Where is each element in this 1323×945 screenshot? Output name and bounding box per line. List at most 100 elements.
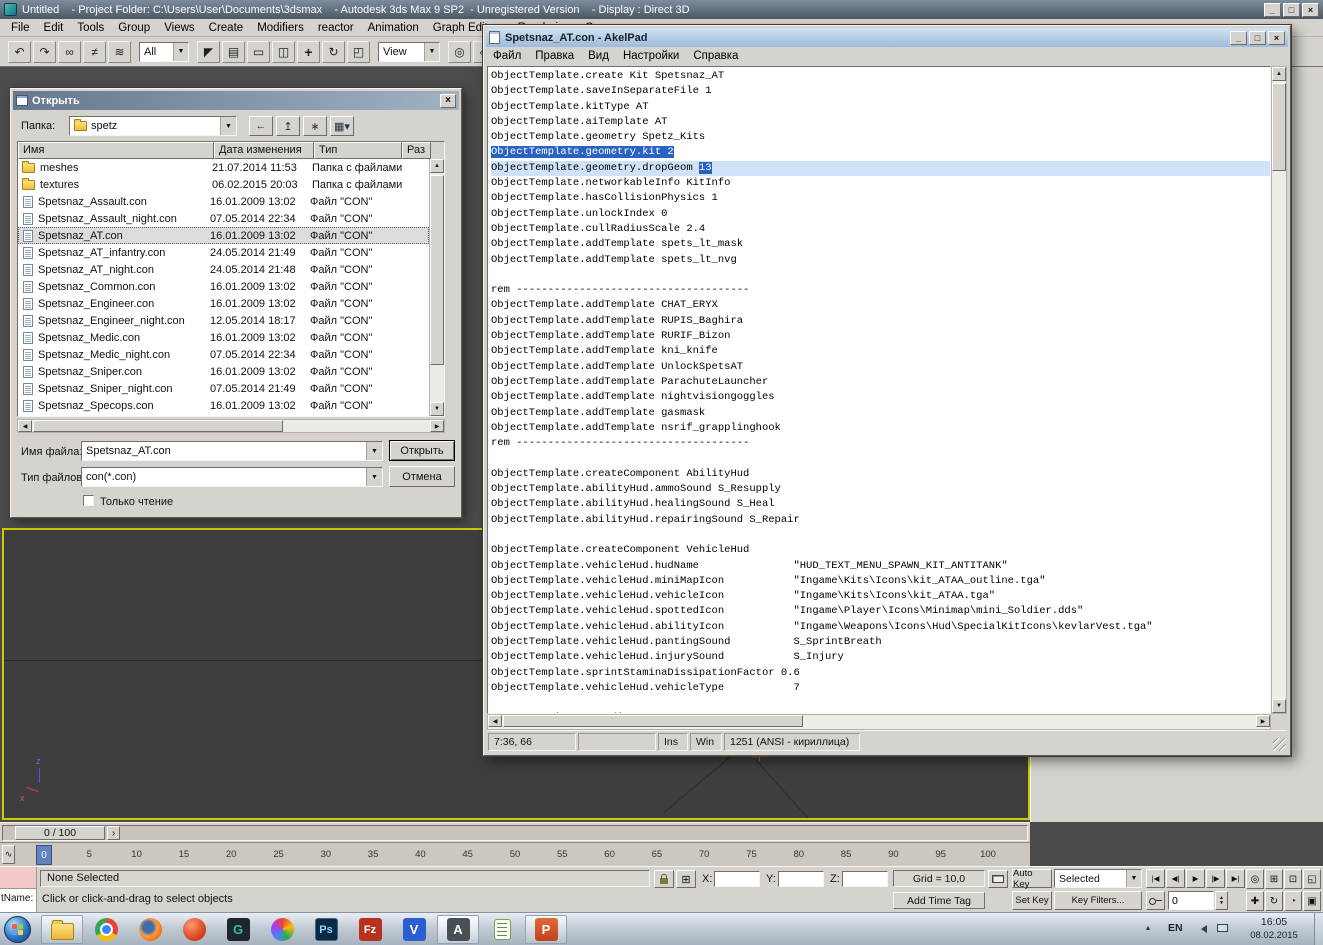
- taskbar-powerpoint[interactable]: P: [525, 915, 567, 944]
- select-and-link-button[interactable]: ∞: [58, 40, 81, 63]
- cancel-button[interactable]: Отмена: [389, 466, 455, 487]
- go-to-start-button[interactable]: |◀: [1146, 869, 1165, 888]
- file-row-meshes[interactable]: meshes 21.07.2014 11:53 Папка с файлами: [18, 159, 429, 176]
- absolute-offset-toggle[interactable]: [676, 870, 696, 888]
- maxscript-mini-listener[interactable]: tName: (bf: [0, 867, 37, 913]
- editor-horizontal-scrollbar[interactable]: ◀ ▶: [487, 714, 1271, 730]
- dialog-titlebar[interactable]: Открыть ×: [13, 91, 459, 110]
- file-row-spetsnaz-medic-night-con[interactable]: Spetsnaz_Medic_night.con 07.05.2014 22:34…: [18, 346, 429, 363]
- max-menu-create[interactable]: Create: [202, 21, 251, 35]
- akelpad-menu-настройки[interactable]: Настройки: [616, 49, 686, 63]
- orbit-view-button[interactable]: ↻: [1265, 891, 1283, 911]
- time-slider-step-button[interactable]: [107, 826, 120, 840]
- file-row-spetsnaz-sniper-night-con[interactable]: Spetsnaz_Sniper_night.con 07.05.2014 21:4…: [18, 380, 429, 397]
- max-menu-edit[interactable]: Edit: [37, 21, 71, 35]
- y-coordinate-input[interactable]: [778, 871, 824, 887]
- show-hidden-icons-button[interactable]: ▴: [1146, 923, 1150, 932]
- field-of-view-button[interactable]: ◔: [1284, 891, 1302, 911]
- maximize-viewport-toggle-button[interactable]: ▣: [1303, 891, 1321, 911]
- listener-line[interactable]: tName: (bf: [0, 889, 36, 912]
- time-slider-handle[interactable]: 0 / 100: [15, 826, 105, 840]
- column-header-тип[interactable]: Тип: [314, 142, 402, 159]
- key-mode-dropdown[interactable]: Selected ▼: [1054, 869, 1142, 888]
- volume-icon[interactable]: [1197, 925, 1207, 933]
- max-menu-views[interactable]: Views: [157, 21, 201, 35]
- add-time-tag[interactable]: Add Time Tag: [893, 892, 985, 909]
- selection-filter-dropdown[interactable]: All ▼: [139, 41, 189, 62]
- file-row-textures[interactable]: textures 06.02.2015 20:03 Папка с файлами: [18, 176, 429, 193]
- akelpad-menu-справка[interactable]: Справка: [686, 49, 745, 63]
- file-row-spetsnaz-assault-night-con[interactable]: Spetsnaz_Assault_night.con 07.05.2014 22:…: [18, 210, 429, 227]
- editor-vertical-scrollbar[interactable]: ▲ ▼: [1271, 66, 1287, 714]
- file-row-spetsnaz-at-night-con[interactable]: Spetsnaz_AT_night.con 24.05.2014 21:48 Фай…: [18, 261, 429, 278]
- file-row-spetsnaz-specops-con[interactable]: Spetsnaz_Specops.con 16.01.2009 13:02 Файл…: [18, 397, 429, 414]
- show-desktop-button[interactable]: [1314, 913, 1323, 945]
- selection-lock-toggle[interactable]: [654, 870, 674, 888]
- taskbar-browser-firefox[interactable]: [129, 915, 171, 944]
- key-mode-toggle[interactable]: [1146, 891, 1165, 910]
- go-to-end-button[interactable]: ▶|: [1226, 869, 1245, 888]
- max-menu-group[interactable]: Group: [111, 21, 157, 35]
- folder-dropdown[interactable]: spetz ▼: [69, 116, 237, 136]
- use-pivot-point-center-button[interactable]: ◎: [448, 40, 471, 63]
- akelpad-menu-правка[interactable]: Правка: [528, 49, 581, 63]
- column-header-дата-изменения[interactable]: Дата изменения: [214, 142, 314, 159]
- key-filters-button[interactable]: Key Filters...: [1054, 891, 1142, 910]
- chevron-down-icon[interactable]: ▼: [220, 117, 236, 135]
- select-and-uniform-scale-button[interactable]: ◰: [347, 40, 370, 63]
- hscrollbar-thumb[interactable]: [33, 420, 283, 432]
- maximize-button[interactable]: □: [1283, 2, 1300, 17]
- file-row-spetsnaz-medic-con[interactable]: Spetsnaz_Medic.con 16.01.2009 13:02 Файл "…: [18, 329, 429, 346]
- dialog-close-button[interactable]: ×: [440, 93, 456, 108]
- unlink-selection-button[interactable]: ≠: [83, 40, 106, 63]
- taskbar-explorer[interactable]: [41, 915, 83, 944]
- rectangular-selection-region-button[interactable]: ▭: [247, 40, 270, 63]
- macro-recorder-line[interactable]: [0, 867, 36, 889]
- network-icon[interactable]: [1217, 924, 1228, 932]
- file-row-spetsnaz-at-con[interactable]: Spetsnaz_AT.con 16.01.2009 13:02 Файл "CON…: [18, 227, 429, 244]
- taskbar-akelpad[interactable]: A: [437, 915, 479, 944]
- close-button[interactable]: ×: [1268, 30, 1285, 45]
- max-menu-file[interactable]: File: [4, 21, 37, 35]
- taskbar-browser-opera[interactable]: [173, 915, 215, 944]
- readonly-checkbox[interactable]: [83, 495, 94, 506]
- chevron-down-icon[interactable]: ▼: [366, 468, 382, 486]
- select-and-rotate-button[interactable]: ↻: [322, 40, 345, 63]
- chevron-down-icon[interactable]: ▼: [366, 442, 382, 460]
- select-and-move-button[interactable]: +: [297, 40, 320, 63]
- column-header-имя[interactable]: Имя: [18, 142, 214, 159]
- current-time-input[interactable]: [1168, 891, 1214, 910]
- start-button[interactable]: [4, 916, 31, 943]
- zoom-all-button[interactable]: ⊞: [1265, 869, 1283, 889]
- view-menu-button[interactable]: ▦▾: [330, 116, 354, 136]
- editor-text-area[interactable]: ObjectTemplate.create Kit Spetsnaz_AT Obj…: [487, 66, 1271, 714]
- column-header-раз[interactable]: Раз: [402, 142, 431, 159]
- chevron-down-icon[interactable]: ▼: [1126, 870, 1141, 887]
- max-menu-modifiers[interactable]: Modifiers: [250, 21, 311, 35]
- file-row-spetsnaz-sniper-con[interactable]: Spetsnaz_Sniper.con 16.01.2009 13:02 Файл …: [18, 363, 429, 380]
- max-menu-tools[interactable]: Tools: [70, 21, 111, 35]
- scrollbar-thumb[interactable]: [1272, 83, 1286, 171]
- max-menu-reactor[interactable]: reactor: [311, 21, 361, 35]
- chevron-down-icon[interactable]: ▼: [173, 42, 188, 61]
- akelpad-menu-вид[interactable]: Вид: [581, 49, 616, 63]
- spinner-arrows-icon[interactable]: ▲ ▼: [1215, 891, 1228, 910]
- taskbar-app-3dsmax[interactable]: [261, 915, 303, 944]
- select-by-name-button[interactable]: ▤: [222, 40, 245, 63]
- scroll-up-button[interactable]: ▲: [430, 159, 444, 173]
- select-object-button[interactable]: ◤: [197, 40, 220, 63]
- taskbar-app-g[interactable]: G: [217, 915, 259, 944]
- up-one-level-button[interactable]: ↥: [276, 116, 300, 136]
- play-animation-button[interactable]: ▶: [1186, 869, 1205, 888]
- scroll-right-button[interactable]: ▶: [1256, 715, 1270, 727]
- language-indicator[interactable]: EN: [1168, 922, 1183, 934]
- taskbar-photoshop[interactable]: Ps: [305, 915, 347, 944]
- z-coordinate-input[interactable]: [842, 871, 888, 887]
- create-new-folder-button[interactable]: ∗: [303, 116, 327, 136]
- redo-button[interactable]: ↷: [33, 40, 56, 63]
- zoom-extents-button[interactable]: ⊡: [1284, 869, 1302, 889]
- file-row-spetsnaz-at-infantry-con[interactable]: Spetsnaz_AT_infantry.con 24.05.2014 21:49…: [18, 244, 429, 261]
- chevron-down-icon[interactable]: ▼: [424, 42, 439, 61]
- scroll-down-button[interactable]: ▼: [1272, 699, 1286, 713]
- akelpad-menu-файл[interactable]: Файл: [486, 49, 528, 63]
